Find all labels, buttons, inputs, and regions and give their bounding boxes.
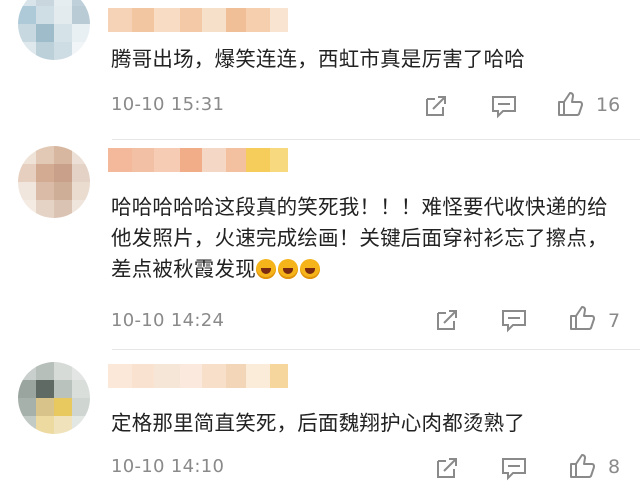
avatar-pixel bbox=[36, 164, 54, 182]
avatar-pixel bbox=[36, 398, 54, 416]
avatar-pixel bbox=[72, 380, 90, 398]
avatar-pixel bbox=[54, 200, 72, 218]
laughing-emoji-icon bbox=[255, 257, 322, 281]
comment-item: 腾哥出场，爆笑连连，西虹市真是厉害了哈哈 10-10 15:31 16 bbox=[0, 0, 640, 140]
avatar-pixel bbox=[54, 380, 72, 398]
avatar[interactable] bbox=[18, 146, 90, 218]
avatar-pixel bbox=[18, 362, 36, 380]
like-icon[interactable] bbox=[556, 90, 584, 118]
avatar-pixel bbox=[36, 182, 54, 200]
username-blur-block bbox=[246, 8, 270, 32]
comment-timestamp: 10-10 14:24 bbox=[111, 310, 225, 331]
username-blur-block bbox=[270, 8, 288, 32]
username-blur-block bbox=[246, 364, 270, 388]
username-blur-block bbox=[270, 148, 288, 172]
username-blur-block bbox=[132, 8, 154, 32]
username-blur-block bbox=[270, 364, 288, 388]
username-blur-block bbox=[180, 8, 202, 32]
username-blurred[interactable] bbox=[108, 8, 288, 32]
avatar[interactable] bbox=[18, 0, 90, 60]
avatar-pixel bbox=[54, 398, 72, 416]
avatar-pixel bbox=[72, 182, 90, 200]
like-count: 7 bbox=[608, 310, 621, 332]
laughing-emoji-icon bbox=[277, 259, 298, 279]
username-blur-block bbox=[226, 148, 246, 172]
avatar-pixel bbox=[54, 24, 72, 42]
username-blur-block bbox=[246, 148, 270, 172]
avatar-pixel bbox=[36, 42, 54, 60]
avatar-pixel bbox=[72, 42, 90, 60]
avatar-pixel bbox=[72, 6, 90, 24]
avatar-pixel bbox=[54, 146, 72, 164]
avatar-pixel bbox=[54, 182, 72, 200]
avatar-pixel bbox=[54, 362, 72, 380]
avatar[interactable] bbox=[18, 362, 90, 434]
comment-timestamp: 10-10 15:31 bbox=[111, 94, 225, 115]
username-blur-block bbox=[108, 364, 132, 388]
username-blur-block bbox=[202, 364, 226, 388]
avatar-pixel bbox=[36, 200, 54, 218]
username-blurred[interactable] bbox=[108, 364, 288, 388]
laughing-emoji-icon bbox=[299, 259, 320, 279]
username-blur-block bbox=[180, 148, 202, 172]
avatar-pixel bbox=[72, 164, 90, 182]
avatar-pixel bbox=[18, 380, 36, 398]
comment-icon[interactable] bbox=[490, 92, 518, 120]
comment-text: 定格那里简直笑死，后面魏翔护心肉都烫熟了 bbox=[111, 411, 525, 435]
comment-icon[interactable] bbox=[500, 454, 528, 482]
avatar-pixel bbox=[36, 416, 54, 434]
avatar-pixel bbox=[18, 42, 36, 60]
avatar-pixel bbox=[54, 416, 72, 434]
avatar-pixel bbox=[18, 6, 36, 24]
comment-item: 定格那里简直笑死，后面魏翔护心肉都烫熟了 10-10 14:10 8 bbox=[0, 350, 640, 481]
like-icon[interactable] bbox=[568, 452, 596, 480]
avatar-pixel bbox=[72, 362, 90, 380]
comment-text-body: 哈哈哈哈哈这段真的笑死我！！！难怪要代收快递的给他发照片，火速完成绘画！关键后面… bbox=[111, 195, 608, 281]
username-blur-block bbox=[154, 8, 180, 32]
avatar-pixel bbox=[72, 200, 90, 218]
username-blur-block bbox=[226, 8, 246, 32]
username-blur-block bbox=[108, 148, 132, 172]
comment-text: 腾哥出场，爆笑连连，西虹市真是厉害了哈哈 bbox=[111, 47, 525, 71]
avatar-pixel bbox=[36, 24, 54, 42]
avatar-pixel bbox=[36, 6, 54, 24]
avatar-pixel bbox=[54, 6, 72, 24]
username-blur-block bbox=[226, 364, 246, 388]
username-blur-block bbox=[132, 364, 154, 388]
username-blur-block bbox=[108, 8, 132, 32]
username-blur-block bbox=[154, 364, 180, 388]
comment-item: 哈哈哈哈哈这段真的笑死我！！！难怪要代收快递的给他发照片，火速完成绘画！关键后面… bbox=[0, 140, 640, 350]
avatar-pixel bbox=[36, 362, 54, 380]
avatar-pixel bbox=[54, 164, 72, 182]
share-icon[interactable] bbox=[422, 92, 450, 120]
username-blur-block bbox=[132, 148, 154, 172]
avatar-pixel bbox=[18, 398, 36, 416]
username-blur-block bbox=[202, 148, 226, 172]
avatar-pixel bbox=[72, 416, 90, 434]
username-blur-block bbox=[180, 364, 202, 388]
avatar-pixel bbox=[72, 146, 90, 164]
like-icon[interactable] bbox=[568, 304, 596, 332]
username-blurred[interactable] bbox=[108, 148, 288, 172]
avatar-pixel bbox=[72, 24, 90, 42]
avatar-pixel bbox=[18, 416, 36, 434]
share-icon[interactable] bbox=[433, 306, 461, 334]
avatar-pixel bbox=[72, 398, 90, 416]
avatar-pixel bbox=[36, 380, 54, 398]
username-blur-block bbox=[202, 8, 226, 32]
avatar-pixel bbox=[18, 164, 36, 182]
like-count: 8 bbox=[608, 456, 621, 478]
comment-icon[interactable] bbox=[500, 306, 528, 334]
username-blur-block bbox=[154, 148, 180, 172]
avatar-pixel bbox=[18, 182, 36, 200]
share-icon[interactable] bbox=[433, 454, 461, 482]
laughing-emoji-icon bbox=[255, 259, 276, 279]
avatar-pixel bbox=[18, 200, 36, 218]
avatar-pixel bbox=[18, 146, 36, 164]
avatar-pixel bbox=[36, 146, 54, 164]
comment-text: 哈哈哈哈哈这段真的笑死我！！！难怪要代收快递的给他发照片，火速完成绘画！关键后面… bbox=[111, 192, 611, 285]
avatar-pixel bbox=[18, 24, 36, 42]
avatar-pixel bbox=[54, 42, 72, 60]
like-count: 16 bbox=[596, 94, 621, 116]
